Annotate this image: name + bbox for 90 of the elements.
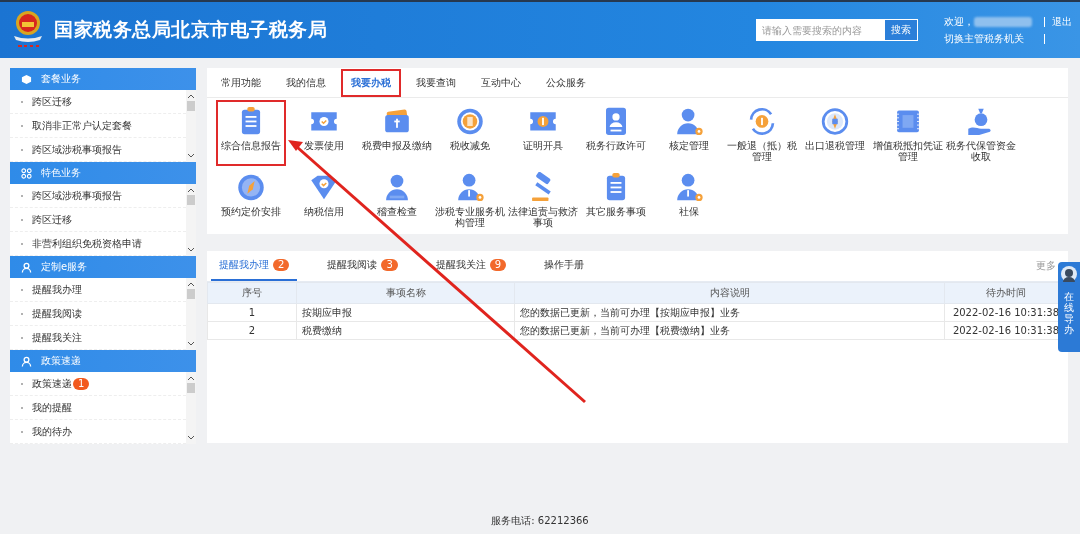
panel-title: 政策速递 <box>41 354 81 368</box>
service-item[interactable]: 证明开具 <box>508 100 578 166</box>
service-item[interactable]: 核定管理 <box>654 100 724 166</box>
chevron-down-icon[interactable] <box>187 153 195 159</box>
sidebar-item[interactable]: 提醒我阅读 <box>32 306 82 321</box>
chevron-up-icon[interactable] <box>187 375 195 381</box>
search-button[interactable]: 搜索 <box>885 20 917 40</box>
sidebar-item[interactable]: 跨区迁移 <box>32 212 72 227</box>
scrollbar[interactable] <box>186 90 196 162</box>
chevron-up-icon[interactable] <box>187 93 195 99</box>
table-cell: 税费缴纳 <box>296 321 515 340</box>
column-header: 事项名称 <box>296 282 515 304</box>
panel-title: 套餐业务 <box>41 72 81 86</box>
sidebar-item[interactable]: 政策速递 <box>32 376 72 391</box>
scrollbar[interactable] <box>186 278 196 350</box>
sidebar-item[interactable]: 我的待办 <box>32 424 72 439</box>
person-gear-icon <box>674 106 704 136</box>
column-header: 内容说明 <box>514 282 945 304</box>
sidebar-item[interactable]: 跨区迁移 <box>32 94 72 109</box>
user-icon <box>21 261 32 273</box>
count-badge: 9 <box>489 259 507 271</box>
table-cell: 2 <box>207 321 297 340</box>
chevron-down-icon[interactable] <box>187 435 195 441</box>
service-item[interactable]: 综合信息报告 <box>216 100 286 166</box>
globe-icon <box>820 106 850 136</box>
scrollbar[interactable] <box>186 184 196 256</box>
chevron-up-icon[interactable] <box>187 187 195 193</box>
chevron-down-icon[interactable] <box>187 247 195 253</box>
scrollbar-thumb[interactable] <box>187 383 195 393</box>
service-item[interactable]: 税费申报及缴纳 <box>362 100 432 166</box>
person-gear-icon <box>455 172 485 202</box>
sidebar-item[interactable]: 我的提醒 <box>32 400 72 415</box>
count-badge: 2 <box>273 259 290 271</box>
sidebar-item[interactable]: 非营利组织免税资格申请 <box>32 236 142 251</box>
coin-icon <box>455 106 485 136</box>
refresh-icon <box>747 106 777 136</box>
sidebar-item[interactable]: 提醒我办理 <box>32 282 82 297</box>
table-cell: 您的数据已更新，当前可办理【按期应申报】业务 <box>514 303 945 322</box>
service-item[interactable]: 法律追责与救济事项 <box>508 166 578 232</box>
count-badge: 3 <box>381 259 398 271</box>
service-item[interactable]: 增值税抵扣凭证管理 <box>873 100 943 166</box>
table-cell: 您的数据已更新，当前可办理【税费缴纳】业务 <box>514 321 945 340</box>
panel-title: 特色业务 <box>41 166 81 180</box>
todo-tab[interactable]: 操作手册 <box>536 251 593 281</box>
service-tab[interactable]: 常用功能 <box>211 68 271 97</box>
compass-icon <box>236 172 266 202</box>
panel-title: 定制e服务 <box>41 260 88 274</box>
user-icon <box>21 355 32 367</box>
welcome-text: 欢迎， <box>944 15 974 27</box>
redacted-name <box>974 16 1032 27</box>
service-tab[interactable]: 我要查询 <box>406 68 466 97</box>
chevron-up-icon[interactable] <box>187 281 195 287</box>
scrollbar-thumb[interactable] <box>187 289 195 299</box>
service-item[interactable]: 税务行政许可 <box>581 100 651 166</box>
person-gear-icon <box>674 172 704 202</box>
scrollbar-thumb[interactable] <box>187 101 195 111</box>
service-tab[interactable]: 我的信息 <box>276 68 336 97</box>
sidebar-item[interactable]: 提醒我关注 <box>32 330 82 345</box>
service-item[interactable]: 涉税专业服务机构管理 <box>435 166 505 232</box>
service-item[interactable]: 预约定价安排 <box>216 166 286 232</box>
service-item[interactable]: 税务代保管资金收取 <box>946 100 1016 166</box>
site-title: 国家税务总局北京市电子税务局 <box>54 17 327 42</box>
service-item[interactable]: 出口退税管理 <box>800 100 870 166</box>
service-tab[interactable]: 互动中心 <box>471 68 531 97</box>
column-header: 序号 <box>207 282 297 304</box>
service-item[interactable]: 一般退（抵）税管理 <box>727 100 797 166</box>
cube-icon <box>21 73 32 85</box>
sidebar-item[interactable]: 取消非正常户认定套餐 <box>32 118 132 133</box>
agent-avatar-icon <box>1060 265 1078 283</box>
service-item[interactable]: 其它服务事项 <box>581 166 651 232</box>
todo-tab[interactable]: 提醒我关注 9 <box>427 251 515 281</box>
service-item[interactable]: 税收减免 <box>435 100 505 166</box>
service-item[interactable]: 发票使用 <box>289 100 359 166</box>
service-item[interactable]: 稽查检查 <box>362 166 432 232</box>
todo-tab[interactable]: 提醒我阅读 3 <box>319 251 406 281</box>
service-tab[interactable]: 公众服务 <box>536 68 596 97</box>
service-phone: 服务电话: 62212366 <box>491 514 589 528</box>
service-item[interactable]: 纳税信用 <box>289 166 359 232</box>
scrollbar-thumb[interactable] <box>187 195 195 205</box>
sidebar-item[interactable]: 跨区域涉税事项报告 <box>32 188 122 203</box>
table-cell: 按期应申报 <box>296 303 515 322</box>
service-item[interactable]: 社保 <box>654 166 724 232</box>
chevron-down-icon[interactable] <box>187 341 195 347</box>
count-badge: 1 <box>73 377 90 390</box>
scrollbar[interactable] <box>186 372 196 444</box>
search-field[interactable]: 请输入需要搜索的内容 搜索 <box>756 19 918 41</box>
service-tab[interactable]: 我要办税 <box>341 68 401 97</box>
grid-icon <box>21 167 32 179</box>
sidebar-item[interactable]: 跨区域涉税事项报告 <box>32 142 122 157</box>
table-cell: 1 <box>207 303 297 322</box>
